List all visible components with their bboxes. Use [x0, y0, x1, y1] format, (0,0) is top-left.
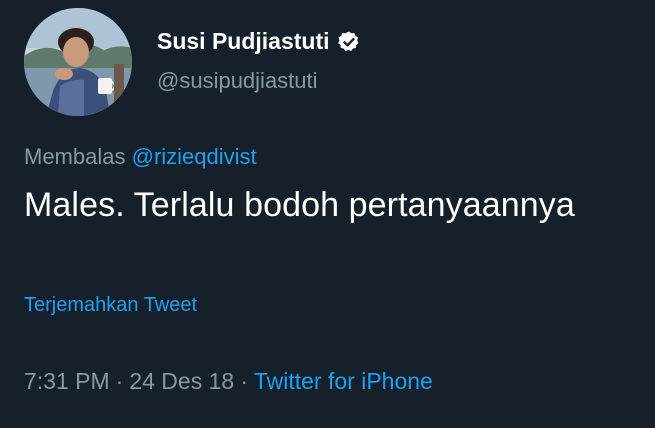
reply-mention-link[interactable]: @rizieqdivist [132, 144, 257, 169]
translate-tweet-link[interactable]: Terjemahkan Tweet [24, 294, 197, 317]
tweet-date[interactable]: 24 Des 18 [129, 368, 234, 394]
reply-context: Membalas @rizieqdivist [24, 144, 257, 170]
display-name-text[interactable]: Susi Pudjiastuti [157, 28, 330, 55]
tweet-time[interactable]: 7:31 PM [24, 368, 110, 394]
tweet-source-link[interactable]: Twitter for iPhone [254, 368, 433, 394]
verified-badge-icon [337, 30, 361, 54]
tweet-meta: 7:31 PM · 24 Des 18 · Twitter for iPhone [24, 368, 433, 395]
reply-prefix: Membalas [24, 144, 126, 169]
tweet-card: Susi Pudjiastuti @susipudjiastuti Membal… [0, 0, 655, 428]
avatar[interactable] [24, 8, 132, 116]
meta-separator: · [240, 368, 248, 394]
meta-separator: · [115, 368, 124, 394]
avatar-photo-icon [24, 8, 132, 116]
tweet-text: Males. Terlalu bodoh pertanyaannya [24, 186, 575, 224]
display-name[interactable]: Susi Pudjiastuti [157, 28, 361, 55]
user-handle[interactable]: @susipudjiastuti [157, 68, 318, 94]
